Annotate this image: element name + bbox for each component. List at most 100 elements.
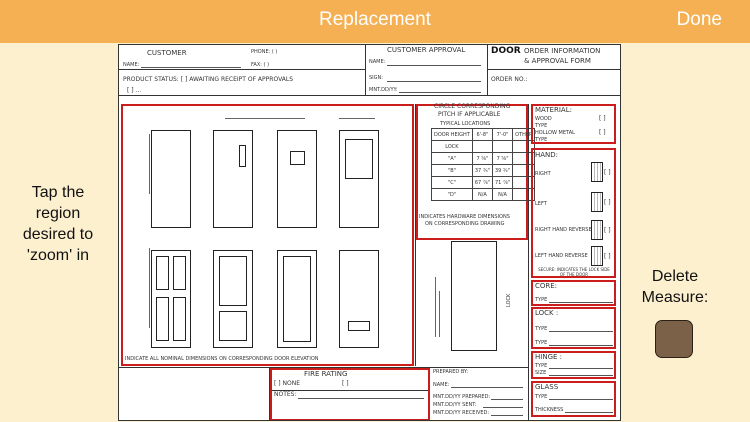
hand-left-label: LEFT (535, 201, 547, 207)
lock-side-caption: LOCK (506, 293, 512, 307)
door-order-form: CUSTOMER PHONE: ( ) NAME: FAX: ( ) PRODU… (118, 44, 621, 421)
hand-right-label: RIGHT (535, 171, 551, 177)
hand-left-reverse-label: LEFT HAND REVERSE (535, 253, 588, 259)
door-title-bold: DOOR (491, 46, 521, 56)
size-label: SIZE (535, 370, 547, 376)
hinge-type-field[interactable] (549, 368, 613, 369)
door-elevation-region[interactable]: INDICATE ALL NOMINAL DIMENSIONS ON CORRE… (121, 104, 414, 366)
sign-field[interactable] (387, 81, 481, 82)
table-cell: 37 ¾" (471, 164, 493, 177)
elevation-caption: INDICATE ALL NOMINAL DIMENSIONS ON CORRE… (125, 356, 319, 362)
type-label: TYPE (535, 363, 548, 369)
approval-name-label: NAME: (369, 59, 386, 65)
dimension-line (149, 248, 150, 328)
hardware-caption-1: INDICATES HARDWARE DIMENSIONS (419, 214, 510, 220)
lock-section-label: LOCK : (535, 309, 559, 317)
nav-bar: Replacement Done (0, 0, 750, 43)
door-half-lite (339, 130, 379, 228)
core-type-field[interactable] (549, 302, 613, 303)
hollow-metal-label: HOLLOW METAL (535, 130, 575, 136)
row-label: "A" (431, 152, 473, 165)
sent-date-field[interactable] (483, 407, 523, 408)
core-region[interactable]: CORE: TYPE (531, 280, 616, 306)
hand-left-reverse-checkbox[interactable]: [ ] (604, 254, 611, 260)
type-label: TYPE (535, 297, 548, 303)
glass-type-field[interactable] (549, 399, 613, 400)
fire-rating-checkbox[interactable]: [ ] (342, 381, 349, 387)
hand-right-icon (591, 162, 603, 182)
type-label: TYPE (535, 394, 548, 400)
hand-right-reverse-label: RIGHT HAND REVERSE (535, 227, 592, 233)
approval-date-field[interactable] (399, 92, 481, 93)
hand-region[interactable]: HAND: RIGHT [ ] LEFT [ ] RIGHT HAND REVE… (531, 148, 616, 278)
header-divider (487, 45, 488, 95)
order-no-label: ORDER NO.: (491, 76, 528, 83)
table-cell: 67 ⅞" (471, 176, 493, 189)
wood-checkbox[interactable]: [ ] (599, 116, 606, 122)
prepared-date-field[interactable] (491, 399, 523, 400)
door-glass (290, 151, 305, 165)
status-checkbox[interactable]: [ ] ... (127, 88, 141, 94)
dimension-line (439, 291, 440, 337)
delete-measure-label: Delete Measure: (641, 268, 709, 306)
delete-measure-button[interactable] (655, 320, 693, 358)
material-region[interactable]: MATERIAL: WOOD [ ] TYPE HOLLOW METAL [ ]… (531, 104, 616, 144)
nav-title: Replacement (319, 9, 431, 30)
section-divider (415, 104, 416, 366)
dimension-line (435, 277, 436, 337)
header-divider (487, 69, 620, 70)
prep-name-field[interactable] (451, 387, 523, 388)
prepared-by-label: PREPARED BY: (433, 369, 469, 375)
prepared-date-label: MNT.DD/YY PREPARED: (433, 394, 491, 400)
door-plain (151, 130, 191, 228)
customer-approval-label: CUSTOMER APPROVAL (387, 46, 466, 54)
row-label: "B" (431, 164, 473, 177)
glass-thickness-field[interactable] (565, 412, 613, 413)
hinge-region[interactable]: HINGE : TYPE SIZE (531, 351, 616, 379)
notes-field[interactable] (298, 398, 424, 399)
door-narrow-lite (213, 130, 253, 228)
lock-type-field-2[interactable] (549, 345, 613, 346)
door-panel (283, 256, 311, 342)
location-table: DOOR HEIGHT 6'-8" 7'-0" OTHER LOCK "A" 7… (431, 128, 536, 201)
hollow-metal-checkbox[interactable]: [ ] (599, 130, 606, 136)
door-panel (156, 297, 169, 341)
header-divider (119, 95, 620, 96)
hardware-caption-2: ON CORRESPONDING DRAWING (425, 221, 505, 227)
hand-left-checkbox[interactable]: [ ] (604, 200, 611, 206)
name-field[interactable] (141, 67, 241, 68)
pitch-caption-1: CIRCLE CORRESPONDING (434, 103, 511, 110)
section-divider (528, 104, 529, 420)
notes-label: NOTES: (274, 391, 297, 398)
header-divider (119, 69, 365, 70)
type-label: TYPE (535, 137, 548, 143)
hand-label: HAND: (535, 151, 559, 159)
table-cell: N/A (491, 188, 514, 201)
fax-label: FAX: ( ) (251, 62, 270, 68)
table-cell: 39 ¾" (491, 164, 514, 177)
hand-left-reverse-icon (591, 246, 603, 266)
hand-right-reverse-checkbox[interactable]: [ ] (604, 228, 611, 234)
fire-none-checkbox[interactable]: [ ] NONE (274, 381, 300, 387)
approval-name-field[interactable] (387, 65, 481, 66)
lock-region[interactable]: LOCK : TYPE TYPE (531, 307, 616, 349)
door-lock-diagram (451, 241, 497, 351)
prep-name-label: NAME: (433, 382, 450, 388)
fire-rating-label: FIRE RATING (304, 370, 348, 378)
done-button[interactable]: Done (677, 9, 722, 31)
wood-label: WOOD (535, 116, 552, 122)
pitch-caption-2: PITCH IF APPLICABLE (438, 111, 501, 118)
zoom-instruction: Tap the region desired to 'zoom' in (22, 184, 94, 264)
fire-rating-notes-region[interactable]: FIRE RATING [ ] NONE [ ] NOTES: (270, 368, 430, 420)
door-height-header: DOOR HEIGHT (431, 128, 473, 141)
lock-type-field[interactable] (549, 331, 613, 332)
hand-right-checkbox[interactable]: [ ] (604, 170, 611, 176)
hinge-size-field[interactable] (549, 375, 613, 376)
received-date-field[interactable] (491, 415, 523, 416)
door-vision-slot (339, 250, 379, 348)
dimension-line (225, 118, 305, 119)
sent-date-label: MNT.DD/YY SENT: (433, 402, 477, 408)
door-title: ORDER INFORMATION (524, 47, 601, 55)
row-label: "C" (431, 176, 473, 189)
glass-region[interactable]: GLASS TYPE THICKNESS (531, 381, 616, 417)
